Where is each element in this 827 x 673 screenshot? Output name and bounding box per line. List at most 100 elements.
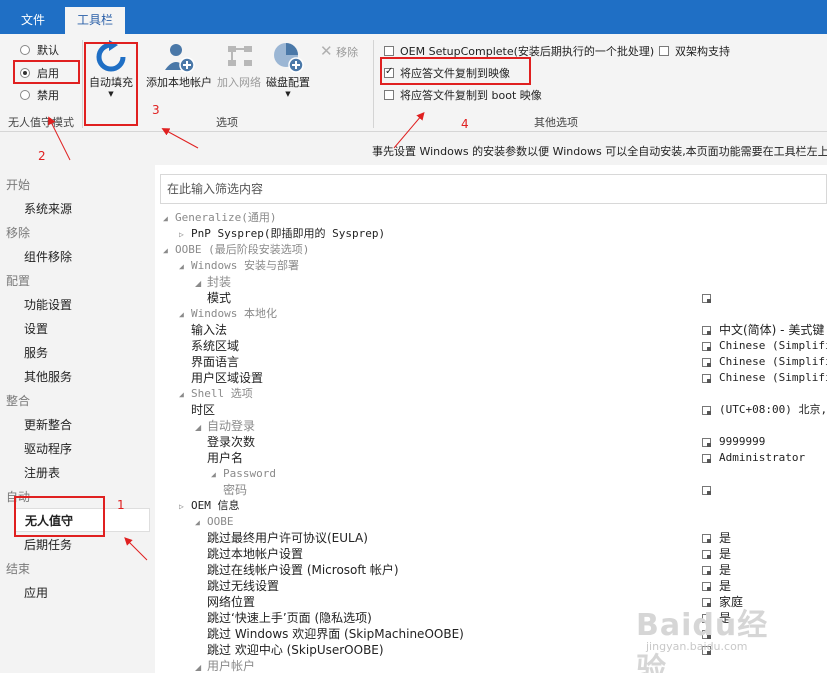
value-edit-checkbox[interactable] — [702, 566, 711, 575]
tree-row[interactable]: ▷ PnP Sysprep(即插即用的 Sysprep) — [179, 226, 385, 242]
value-edit-checkbox[interactable] — [702, 358, 711, 367]
value-edit-checkbox[interactable] — [702, 326, 711, 335]
value-edit-checkbox[interactable] — [702, 486, 711, 495]
tree-row[interactable]: ◢ Password — [211, 466, 276, 482]
tree-row-label: 跳过无线设置 — [207, 579, 280, 593]
tree-row[interactable]: ◢ Shell 选项 — [179, 386, 253, 402]
main-panel: 在此输入筛选内容 ◢ Generalize(通用) ▷ PnP Sysprep(即插即… — [155, 165, 827, 673]
tab-file[interactable]: 文件 — [8, 7, 58, 34]
annotation-box-copy-image — [380, 57, 531, 85]
collapse-triangle-icon[interactable]: ◢ — [195, 276, 207, 292]
sidebar: 开始 系统来源 移除 组件移除 配置 功能设置 设置 服务 其他服务 整合 更新… — [0, 165, 155, 673]
tree-row[interactable]: 跳过最终用户许可协议(EULA) — [207, 530, 368, 546]
annotation-number-4: 4 — [461, 117, 469, 131]
tree-row[interactable]: 跳过‘快速上手’页面 (隐私选项) — [207, 610, 372, 626]
sidebar-item-drivers[interactable]: 驱动程序 — [24, 440, 72, 457]
add-network-button[interactable]: 加入网络 — [214, 40, 264, 90]
description-bar: 事先设置 Windows 的安装参数以便 Windows 可以全自动安装,本页面… — [0, 140, 827, 160]
sidebar-item-feature-settings[interactable]: 功能设置 — [24, 296, 72, 313]
tree-row-value: Chinese (Simplified — [719, 371, 827, 384]
copy-boot-checkbox-label: 将应答文件复制到 boot 映像 — [400, 89, 542, 102]
unattended-group-label: 无人值守模式 — [8, 116, 74, 129]
collapse-triangle-icon[interactable]: ◢ — [163, 211, 175, 227]
value-edit-checkbox[interactable] — [702, 374, 711, 383]
value-edit-checkbox[interactable] — [702, 406, 711, 415]
tree-row[interactable]: 跳过本地帐户设置 — [207, 546, 303, 562]
remove-button[interactable]: ✕ 移除 — [320, 42, 368, 60]
value-edit-checkbox[interactable] — [702, 438, 711, 447]
value-edit-checkbox[interactable] — [702, 454, 711, 463]
collapse-triangle-icon[interactable]: ◢ — [163, 243, 175, 259]
tree-row[interactable]: 跳过在线帐户设置 (Microsoft 帐户) — [207, 562, 399, 578]
tree-row-label: 系统区域 — [191, 339, 240, 353]
tree-row-label: 自动登录 — [207, 419, 256, 433]
tree-row-label: 界面语言 — [191, 355, 240, 369]
annotation-number-3: 3 — [152, 103, 160, 117]
collapse-triangle-icon[interactable]: ◢ — [179, 387, 191, 403]
tree-row-label: 登录次数 — [207, 435, 256, 449]
expand-triangle-icon[interactable]: ▷ — [179, 499, 191, 515]
sidebar-item-update-integration[interactable]: 更新整合 — [24, 416, 72, 433]
sidebar-item-apply[interactable]: 应用 — [24, 584, 48, 601]
value-edit-checkbox[interactable] — [702, 342, 711, 351]
tree-row[interactable]: 跳过 欢迎中心 (SkipUserOOBE) — [207, 642, 384, 658]
sidebar-item-other-services[interactable]: 其他服务 — [24, 368, 72, 385]
tree-row[interactable]: 系统区域 — [191, 338, 239, 354]
sidebar-item-registry[interactable]: 注册表 — [24, 464, 60, 481]
disk-config-button[interactable]: 磁盘配置 ▼ — [264, 40, 312, 98]
tree-row[interactable]: ◢ OOBE (最后阶段安装选项) — [163, 242, 309, 258]
value-edit-checkbox[interactable] — [702, 550, 711, 559]
collapse-triangle-icon[interactable]: ◢ — [211, 467, 223, 483]
radio-default-dot[interactable] — [20, 45, 30, 55]
sidebar-item-component-removal[interactable]: 组件移除 — [24, 248, 72, 265]
tree-row[interactable]: 时区 — [191, 402, 215, 418]
oem-checkbox-box[interactable] — [384, 46, 394, 56]
radio-default[interactable]: 默认 — [20, 41, 59, 59]
collapse-triangle-icon[interactable]: ◢ — [195, 660, 207, 673]
value-edit-checkbox[interactable] — [702, 294, 711, 303]
sidebar-head-finish: 结束 — [6, 562, 31, 576]
tree-row[interactable]: 用户区域设置 — [191, 370, 263, 386]
filter-input[interactable]: 在此输入筛选内容 — [160, 174, 827, 204]
copy-answer-boot-checkbox[interactable]: 将应答文件复制到 boot 映像 — [384, 87, 542, 103]
collapse-triangle-icon[interactable]: ◢ — [179, 307, 191, 323]
tree-row[interactable]: ◢ 封装 — [195, 274, 231, 290]
tree-row[interactable]: ◢ Windows 安装与部署 — [179, 258, 299, 274]
tree-row-value: Chinese (Simplified — [719, 355, 827, 368]
copy-boot-checkbox-box[interactable] — [384, 90, 394, 100]
sidebar-item-settings[interactable]: 设置 — [24, 320, 48, 337]
tree-row-label: OOBE (最后阶段安装选项) — [175, 243, 310, 256]
radio-disable[interactable]: 禁用 — [20, 86, 59, 104]
tree-row[interactable]: 跳过 Windows 欢迎界面 (SkipMachineOOBE) — [207, 626, 464, 642]
sidebar-item-services[interactable]: 服务 — [24, 344, 48, 361]
dual-arch-checkbox-box[interactable] — [659, 46, 669, 56]
collapse-triangle-icon[interactable]: ◢ — [195, 420, 207, 436]
collapse-triangle-icon[interactable]: ◢ — [195, 515, 207, 531]
tree-row-label: 跳过本地帐户设置 — [207, 547, 304, 561]
expand-triangle-icon[interactable]: ▷ — [179, 227, 191, 243]
tree-row[interactable]: 跳过无线设置 — [207, 578, 279, 594]
radio-disable-dot[interactable] — [20, 90, 30, 100]
tree-row[interactable]: 密码 — [223, 482, 247, 498]
tree-row-label: 跳过‘快速上手’页面 (隐私选项) — [207, 611, 372, 625]
value-edit-checkbox[interactable] — [702, 582, 711, 591]
tree-row[interactable]: 输入法 — [191, 322, 227, 338]
sidebar-item-post-tasks[interactable]: 后期任务 — [24, 536, 72, 553]
tree-row[interactable]: ◢ 用户帐户 — [195, 658, 255, 673]
tree-row[interactable]: 模式 — [207, 290, 231, 306]
dual-arch-checkbox[interactable]: 双架构支持 — [659, 43, 730, 59]
tree-row[interactable]: 网络位置 — [207, 594, 255, 610]
tree-row[interactable]: ◢ Generalize(通用) — [163, 210, 276, 226]
tree-row[interactable]: ◢ 自动登录 — [195, 418, 255, 434]
tab-toolbar[interactable]: 工具栏 — [65, 7, 125, 34]
tree-row[interactable]: 登录次数 — [207, 434, 255, 450]
tree-row[interactable]: 界面语言 — [191, 354, 239, 370]
collapse-triangle-icon[interactable]: ◢ — [179, 259, 191, 275]
tree-row[interactable]: ▷ OEM 信息 — [179, 498, 240, 514]
value-edit-checkbox[interactable] — [702, 534, 711, 543]
tree-row[interactable]: 用户名 — [207, 450, 243, 466]
tree-row[interactable]: ◢ Windows 本地化 — [179, 306, 277, 322]
sidebar-item-system-source[interactable]: 系统来源 — [24, 200, 72, 217]
add-local-account-button[interactable]: 添加本地帐户 — [144, 40, 214, 90]
tree-row[interactable]: ◢ OOBE — [195, 514, 234, 530]
